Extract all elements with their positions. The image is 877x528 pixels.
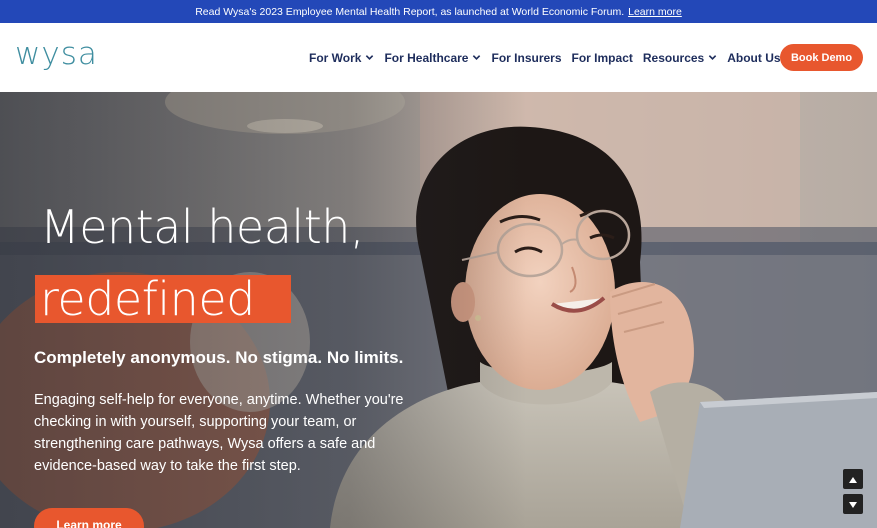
hero-description: Engaging self-help for everyone, anytime… [34,392,404,474]
announcement-learn-more-link[interactable]: Learn more [628,6,682,18]
arrow-down-icon [849,495,857,513]
learn-more-button[interactable]: Learn more [34,508,144,528]
nav-item-label: For Insurers [491,50,562,65]
announcement-text: Read Wysa's 2023 Employee Mental Health … [195,5,625,18]
announcement-bar: Read Wysa's 2023 Employee Mental Health … [0,0,877,23]
chevron-down-icon [472,53,481,62]
scroll-down-button[interactable] [843,494,863,514]
nav-item-label: About Us [727,50,781,65]
hero-headline-line1: Mental health, [40,200,365,254]
hero-section: Mental health, redefined Completely anon… [0,92,877,528]
book-demo-button[interactable]: Book Demo [780,44,863,71]
nav-item-label: For Healthcare [384,50,469,65]
nav-item-resources[interactable]: Resources [643,51,717,65]
nav-item-label: For Work [309,50,362,65]
nav-item-for-impact[interactable]: For Impact [572,51,633,65]
nav-item-label: Resources [642,50,705,65]
wysa-logo[interactable]: wysa [15,36,98,72]
scroll-up-button[interactable] [843,469,863,489]
hero-tagline: Completely anonymous. No stigma. No limi… [34,348,404,367]
nav-item-for-insurers[interactable]: For Insurers [491,51,561,65]
chevron-down-icon [708,53,717,62]
nav-item-for-work[interactable]: For Work [309,51,374,65]
hero-headline-line2: redefined [40,272,255,326]
arrow-up-icon [849,470,857,488]
nav-menu: For Work For Healthcare For Insurers For… [309,23,804,92]
nav-item-label: For Impact [571,50,633,65]
main-navigation: wysa For Work For Healthcare For Insurer… [0,23,877,92]
chevron-down-icon [365,53,374,62]
nav-item-for-healthcare[interactable]: For Healthcare [384,51,481,65]
